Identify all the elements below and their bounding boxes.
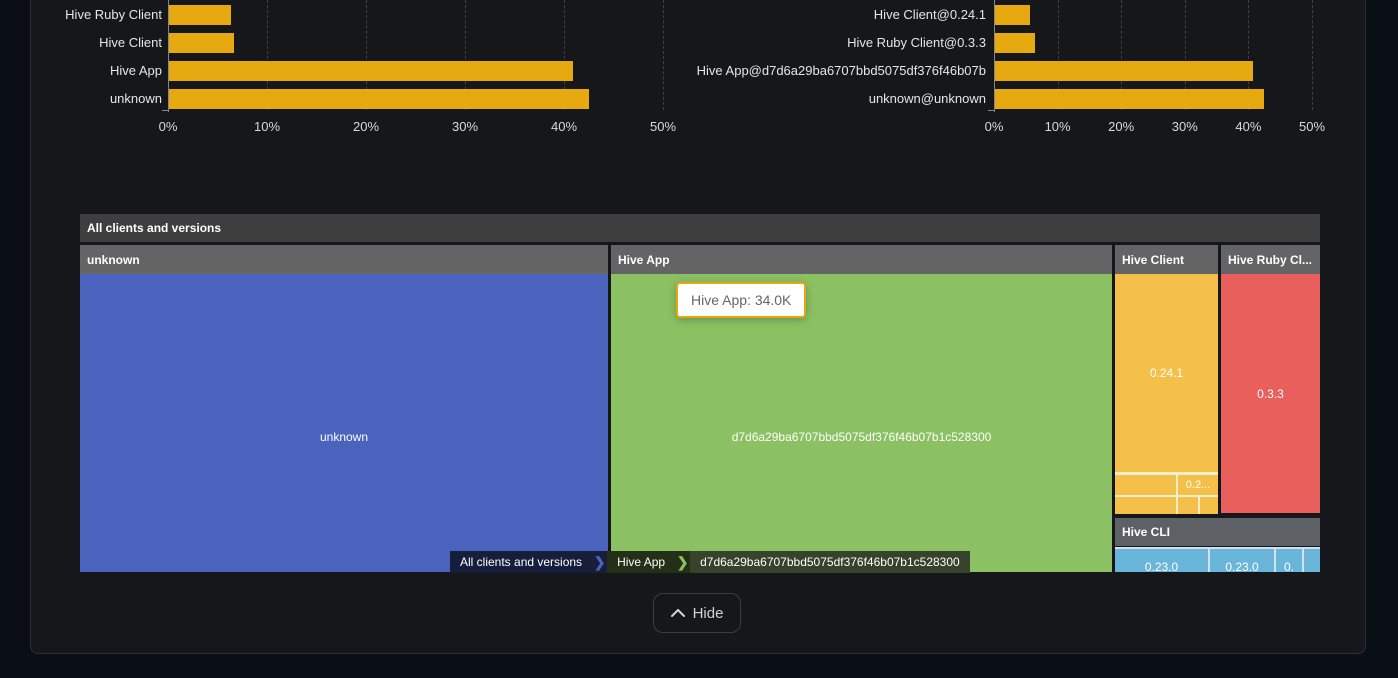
x-tick-label: 40% (534, 119, 594, 134)
treemap-cell-unlabeled[interactable] (1115, 475, 1176, 495)
bar-hive-client-0.24.1[interactable] (995, 5, 1030, 25)
bar-hive-client[interactable] (169, 33, 234, 53)
treemap-cell-unlabeled[interactable] (1200, 497, 1218, 514)
bar-hive-app[interactable] (169, 61, 573, 81)
treemap-cell-unlabeled[interactable] (1304, 549, 1320, 572)
category-label-hive-app-d7d6a29ba6707bbd5075df376f46b07: Hive App@d7d6a29ba6707bbd5075df376f46b07… (697, 61, 986, 81)
treemap-cell-0.23.0[interactable]: 0.23.0 (1210, 549, 1274, 572)
x-axis-tick (988, 110, 994, 111)
breadcrumb-separator-icon: ❯ (675, 551, 690, 573)
x-tick-label: 50% (1282, 119, 1342, 134)
bar-hive-ruby-client[interactable] (169, 5, 231, 25)
treemap-cell-0.3.3[interactable]: 0.3.3 (1221, 274, 1320, 513)
treemap-cell-0.[interactable]: 0. (1276, 549, 1302, 572)
breadcrumb: All clients and versions❯Hive App❯d7d6a2… (450, 551, 970, 573)
category-label-hive-ruby-client: Hive Ruby Client (65, 5, 162, 25)
treemap-cell-unlabeled[interactable] (1115, 497, 1176, 514)
x-tick-label: 0% (138, 119, 198, 134)
treemap-cell-d7d6a29ba6707bbd5075df376f46b07b1c528300[interactable]: d7d6a29ba6707bbd5075df376f46b07b1c528300 (611, 274, 1112, 572)
x-tick-label: 20% (1091, 119, 1151, 134)
x-tick-label: 10% (237, 119, 297, 134)
x-tick-label: 40% (1218, 119, 1278, 134)
breadcrumb-item-d7d6a29ba6707bbd5075df376f46b07b1c528300[interactable]: d7d6a29ba6707bbd5075df376f46b07b1c528300 (690, 551, 970, 573)
bar-unknown-unknown[interactable] (995, 89, 1264, 109)
treemap-tooltip: Hive App: 34.0K (676, 282, 806, 318)
treemap-cell-0.2...[interactable]: 0.2... (1178, 475, 1218, 495)
hide-button-label: Hide (693, 605, 724, 622)
treemap-all-clients-and-versions: All clients and versionsunknownunknownHi… (80, 214, 1320, 572)
x-tick-label: 20% (336, 119, 396, 134)
x-tick-label: 30% (1155, 119, 1215, 134)
treemap-cell-0.24.1[interactable]: 0.24.1 (1115, 274, 1218, 472)
category-label-unknown-unknown: unknown@unknown (869, 89, 986, 109)
treemap-section-header-hive-cli[interactable]: Hive CLI (1115, 518, 1320, 546)
treemap-section-header-unknown[interactable]: unknown (80, 245, 608, 274)
bar-unknown[interactable] (169, 89, 589, 109)
treemap-section-header-hive-app[interactable]: Hive App (611, 245, 1112, 274)
breadcrumb-separator-icon: ❯ (592, 551, 607, 573)
x-tick-label: 10% (1028, 119, 1088, 134)
category-label-unknown: unknown (110, 89, 162, 109)
breadcrumb-item-hive-app[interactable]: Hive App (607, 551, 675, 573)
treemap-section-header-hive-ruby-cl...[interactable]: Hive Ruby Cl... (1221, 245, 1320, 274)
x-gridline (1312, 0, 1313, 110)
bar-hive-app-d7d6a29ba6707bbd5075df376f46b07[interactable] (995, 61, 1253, 81)
x-tick-label: 0% (964, 119, 1024, 134)
x-gridline (663, 0, 664, 110)
treemap-section-header-hive-client[interactable]: Hive Client (1115, 245, 1218, 274)
x-axis-tick (162, 110, 168, 111)
treemap-cell-unknown[interactable]: unknown (80, 274, 608, 572)
hide-button[interactable]: Hide (653, 593, 741, 633)
x-tick-label: 30% (435, 119, 495, 134)
bar-hive-ruby-client-0.3.3[interactable] (995, 33, 1035, 53)
category-label-hive-client: Hive Client (99, 33, 162, 53)
treemap-title[interactable]: All clients and versions (80, 214, 1320, 242)
category-label-hive-ruby-client-0.3.3: Hive Ruby Client@0.3.3 (847, 33, 986, 53)
category-label-hive-app: Hive App (110, 61, 162, 81)
treemap-cell-0.23.0[interactable]: 0.23.0 (1115, 549, 1208, 572)
treemap-cell-unlabeled[interactable] (1178, 497, 1198, 514)
category-label-hive-client-0.24.1: Hive Client@0.24.1 (874, 5, 986, 25)
chevron-up-icon (671, 609, 685, 617)
breadcrumb-item-all-clients-and-versions[interactable]: All clients and versions (450, 551, 592, 573)
x-tick-label: 50% (633, 119, 693, 134)
